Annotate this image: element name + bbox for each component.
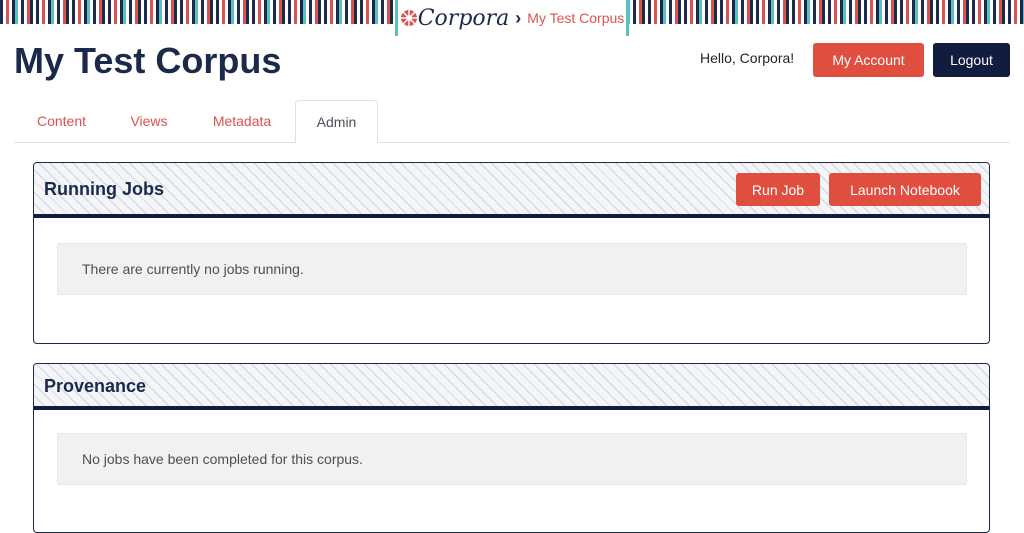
logout-button[interactable]: Logout bbox=[933, 43, 1010, 77]
running-jobs-title: Running Jobs bbox=[44, 179, 164, 199]
corpus-tabs: Content Views Metadata Admin bbox=[14, 100, 1010, 143]
tab-content[interactable]: Content bbox=[14, 100, 109, 142]
breadcrumb-chevron-icon: › bbox=[515, 7, 522, 28]
corpora-logo[interactable]: Corpora bbox=[400, 5, 510, 31]
running-jobs-empty-message: There are currently no jobs running. bbox=[57, 243, 967, 295]
tab-admin[interactable]: Admin bbox=[295, 100, 378, 143]
launch-notebook-button[interactable]: Launch Notebook bbox=[829, 173, 981, 206]
running-jobs-card: Running Jobs Run Job Launch Notebook The… bbox=[33, 162, 990, 344]
breadcrumb-corpus-link[interactable]: My Test Corpus bbox=[527, 10, 624, 26]
provenance-header: Provenance bbox=[34, 364, 989, 410]
logo-text: Corpora bbox=[417, 5, 510, 31]
brand-breadcrumb: Corpora › My Test Corpus bbox=[395, 0, 629, 36]
tab-metadata[interactable]: Metadata bbox=[189, 100, 295, 142]
provenance-title: Provenance bbox=[44, 376, 147, 396]
provenance-card: Provenance No jobs have been completed f… bbox=[33, 363, 990, 533]
my-account-button[interactable]: My Account bbox=[813, 43, 924, 77]
page-title: My Test Corpus bbox=[14, 40, 282, 81]
running-jobs-header: Running Jobs Run Job Launch Notebook bbox=[34, 163, 989, 218]
corpora-wheel-icon bbox=[400, 10, 417, 26]
user-greeting: Hello, Corpora! bbox=[700, 50, 795, 66]
provenance-empty-message: No jobs have been completed for this cor… bbox=[57, 433, 967, 485]
run-job-button[interactable]: Run Job bbox=[736, 173, 820, 206]
tab-views[interactable]: Views bbox=[109, 100, 189, 142]
